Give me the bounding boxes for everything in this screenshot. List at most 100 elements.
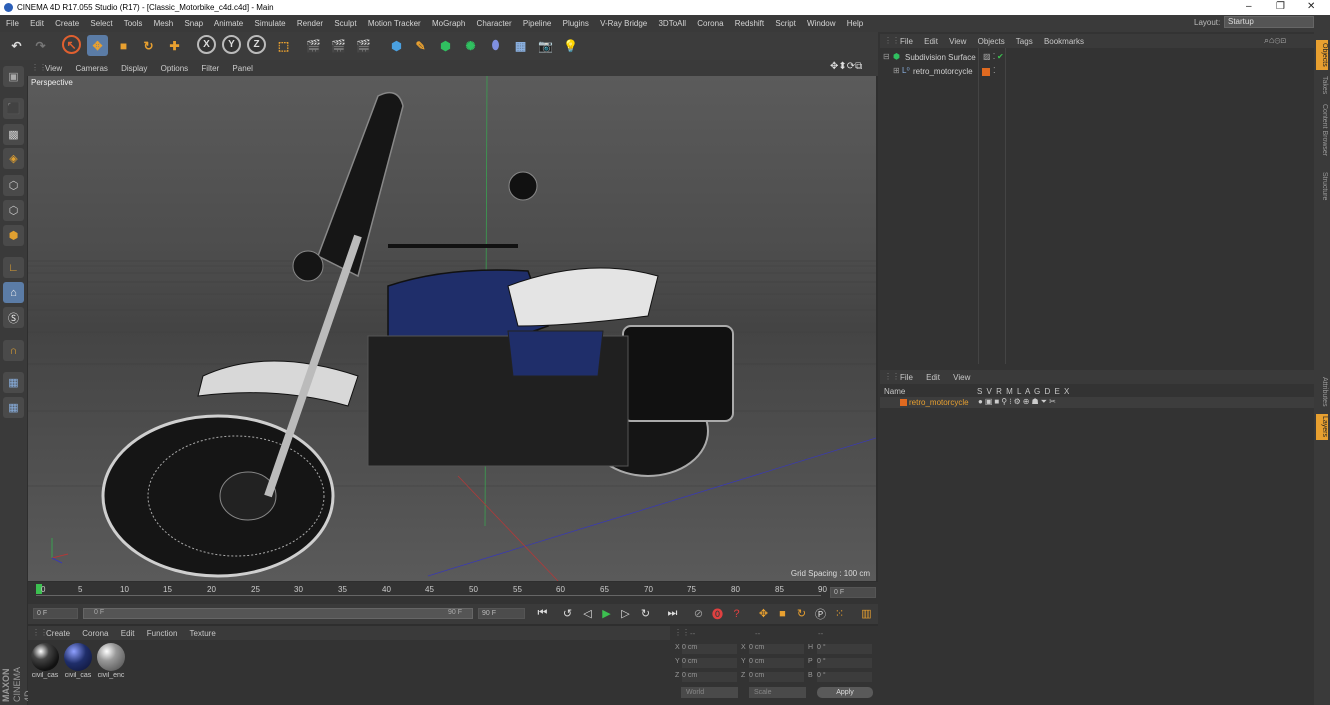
render-settings-button[interactable]: 🎬	[353, 35, 374, 56]
layer-color-icon[interactable]	[900, 399, 907, 406]
visibility-dots[interactable]: ⁚	[993, 66, 996, 75]
key-parameter-button[interactable]: Ⓟ	[812, 605, 829, 622]
autokey-button[interactable]: ⓿	[709, 605, 726, 622]
recent-tools-button[interactable]: ✚	[164, 35, 185, 56]
object-search-icon[interactable]: ⌕⌂⊝⊡	[1264, 35, 1286, 46]
move-button[interactable]: ✥	[87, 35, 108, 56]
menu-tools[interactable]: Tools	[124, 19, 143, 28]
light-button[interactable]: 💡	[560, 35, 581, 56]
menu-motion-tracker[interactable]: Motion Tracker	[368, 19, 421, 28]
menu-snap[interactable]: Snap	[184, 19, 203, 28]
make-editable-button[interactable]: ▣	[3, 66, 24, 87]
menu-animate[interactable]: Animate	[214, 19, 243, 28]
size-y-field[interactable]: 0 cm	[749, 658, 804, 668]
menu-window[interactable]: Window	[807, 19, 835, 28]
menu-file[interactable]: File	[6, 19, 19, 28]
obj-menu-bookmarks[interactable]: Bookmarks	[1044, 37, 1084, 46]
expand-icon[interactable]: ⊞	[893, 66, 900, 75]
timeline-window-button[interactable]: ▥	[858, 605, 875, 622]
mat-menu-create[interactable]: Create	[46, 629, 70, 638]
spline-pen-button[interactable]: ✎	[410, 35, 431, 56]
prev-key-button[interactable]: ↺	[559, 605, 576, 622]
keyframe-selection-button[interactable]: ?	[728, 605, 745, 622]
minimize-button[interactable]: –	[1246, 1, 1252, 12]
coordinate-system-button[interactable]: ⬚	[273, 35, 294, 56]
layer-flag-icons[interactable]: ●▣■⚲⁝⚙⊕☗⏷✂	[978, 397, 1058, 407]
mat-menu-texture[interactable]: Texture	[190, 629, 216, 638]
array-button[interactable]: ✺	[460, 35, 481, 56]
menu-simulate[interactable]: Simulate	[255, 19, 286, 28]
live-selection-button[interactable]: ↖	[62, 35, 81, 54]
vp-menu-cameras[interactable]: Cameras	[75, 64, 107, 73]
y-axis-button[interactable]: Y	[222, 35, 241, 54]
apply-button[interactable]: Apply	[817, 687, 873, 698]
size-z-field[interactable]: 0 cm	[749, 672, 804, 682]
layer-menu-edit[interactable]: Edit	[926, 373, 940, 382]
workplane-align-button[interactable]: ▦	[3, 397, 24, 418]
timeline-ruler[interactable]: 0 5 10 15 20 25 30 35 40 45 50 55 60 65 …	[28, 582, 878, 604]
rotate-button[interactable]: ↻	[138, 35, 159, 56]
scale-button[interactable]: ■	[113, 35, 134, 56]
position-z-field[interactable]: 0 cm	[682, 672, 737, 682]
perspective-viewport[interactable]: Perspective Grid Spacing : 100 cm	[28, 76, 876, 581]
object-name[interactable]: Subdivision Surface	[905, 53, 976, 62]
menu-script[interactable]: Script	[775, 19, 795, 28]
tab-takes[interactable]: Takes	[1316, 72, 1328, 98]
menu-edit[interactable]: Edit	[30, 19, 44, 28]
floor-button[interactable]: ▦	[510, 35, 531, 56]
texture-mode-button[interactable]: ▩	[3, 124, 24, 145]
play-button[interactable]: ▶	[598, 605, 615, 622]
end-frame-field[interactable]: 90 F	[478, 608, 525, 619]
checkmark-icon[interactable]: ✔	[997, 52, 1004, 61]
menu-mograph[interactable]: MoGraph	[432, 19, 465, 28]
record-active-button[interactable]: ⊘	[690, 605, 707, 622]
model-mode-button[interactable]: ⬛	[3, 98, 24, 119]
object-name[interactable]: retro_motorcycle	[913, 67, 973, 76]
menu-vray-bridge[interactable]: V-Ray Bridge	[600, 19, 647, 28]
cube-button[interactable]: ⬢	[386, 35, 407, 56]
key-rotation-button[interactable]: ↻	[793, 605, 810, 622]
range-slider[interactable]: 0 F 90 F	[83, 608, 473, 619]
menu-corona[interactable]: Corona	[697, 19, 723, 28]
magnet-button[interactable]: ∩	[3, 340, 24, 361]
workplane-button[interactable]: ◈	[3, 148, 24, 169]
redo-button[interactable]: ↷	[30, 35, 51, 56]
size-x-field[interactable]: 0 cm	[749, 644, 804, 654]
tweak-mode-button[interactable]: ⌂	[3, 282, 24, 303]
restore-button[interactable]: ❐	[1276, 1, 1285, 12]
rotation-p-field[interactable]: 0 °	[817, 658, 872, 668]
viewport-nav-icon[interactable]: ✥⬍⟳⧉	[830, 61, 862, 72]
snap-button[interactable]: Ⓢ	[3, 307, 24, 328]
expand-icon[interactable]: ⊟	[883, 52, 890, 61]
menu-plugins[interactable]: Plugins	[563, 19, 589, 28]
vp-menu-filter[interactable]: Filter	[201, 64, 219, 73]
menu-character[interactable]: Character	[477, 19, 512, 28]
go-to-start-button[interactable]: ⏮	[534, 605, 551, 622]
vp-menu-panel[interactable]: Panel	[232, 64, 252, 73]
prev-frame-button[interactable]: ◁	[579, 605, 596, 622]
tab-layers[interactable]: Layers	[1316, 414, 1328, 440]
subdivision-button[interactable]: ⬢	[435, 35, 456, 56]
menu-render[interactable]: Render	[297, 19, 323, 28]
render-picture-viewer-button[interactable]: 🎬	[328, 35, 349, 56]
menu-redshift[interactable]: Redshift	[735, 19, 764, 28]
layer-color-icon[interactable]	[982, 68, 990, 76]
object-row[interactable]: ⊟ ⬢ Subdivision Surface ▨ ⁚ ✔	[880, 52, 1314, 65]
menu-3dtoall[interactable]: 3DToAll	[658, 19, 686, 28]
menu-pipeline[interactable]: Pipeline	[523, 19, 551, 28]
vp-menu-view[interactable]: View	[45, 64, 62, 73]
tab-objects[interactable]: Objects	[1316, 40, 1328, 70]
tab-content-browser[interactable]: Content Browser	[1316, 100, 1328, 160]
position-x-field[interactable]: 0 cm	[682, 644, 737, 654]
vp-menu-options[interactable]: Options	[161, 64, 189, 73]
obj-menu-view[interactable]: View	[949, 37, 966, 46]
layer-row[interactable]: retro_motorcycle ●▣■⚲⁝⚙⊕☗⏷✂	[880, 397, 1314, 408]
material-item[interactable]: civil_cas	[63, 642, 93, 684]
next-frame-button[interactable]: ▷	[617, 605, 634, 622]
rotation-b-field[interactable]: 0 °	[817, 672, 872, 682]
render-view-button[interactable]: 🎬	[303, 35, 324, 56]
layer-menu-file[interactable]: File	[900, 373, 913, 382]
undo-button[interactable]: ↶	[6, 35, 27, 56]
mat-menu-function[interactable]: Function	[147, 629, 178, 638]
obj-menu-objects[interactable]: Objects	[978, 37, 1005, 46]
